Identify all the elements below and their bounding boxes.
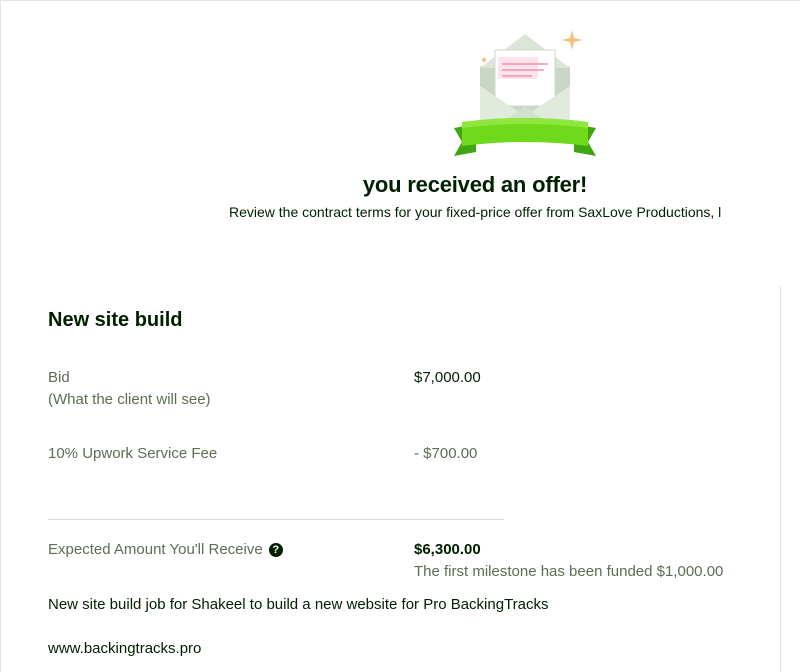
expected-amount-label: Expected Amount You'll Receive bbox=[48, 541, 263, 558]
envelope-with-ribbon-icon bbox=[440, 24, 610, 164]
bid-value: $7,000.00 bbox=[414, 369, 481, 386]
milestone-note: The first milestone has been funded $1,0… bbox=[414, 563, 724, 580]
amount-separator bbox=[48, 519, 504, 520]
column-divider bbox=[780, 286, 781, 672]
bid-label: Bid bbox=[48, 369, 70, 386]
expected-amount-value: $6,300.00 bbox=[414, 541, 481, 558]
expected-amount-row: Expected Amount You'll Receive? bbox=[48, 539, 283, 561]
question-circle-icon[interactable]: ? bbox=[268, 543, 283, 557]
offer-subtitle: Review the contract terms for your fixed… bbox=[229, 204, 722, 220]
offer-page: you received an offer! Review the contra… bbox=[0, 0, 800, 672]
job-description: New site build job for Shakeel to build … bbox=[48, 596, 549, 613]
left-border bbox=[0, 0, 1, 672]
bid-sublabel: (What the client will see) bbox=[48, 391, 211, 408]
service-fee-label: 10% Upwork Service Fee bbox=[48, 445, 218, 462]
service-fee-value: - $700.00 bbox=[414, 445, 478, 462]
contract-title: New site build bbox=[48, 309, 183, 331]
top-border bbox=[0, 0, 800, 1]
website-text: www.backingtracks.pro bbox=[48, 640, 202, 657]
offer-heading: you received an offer! bbox=[362, 172, 588, 197]
